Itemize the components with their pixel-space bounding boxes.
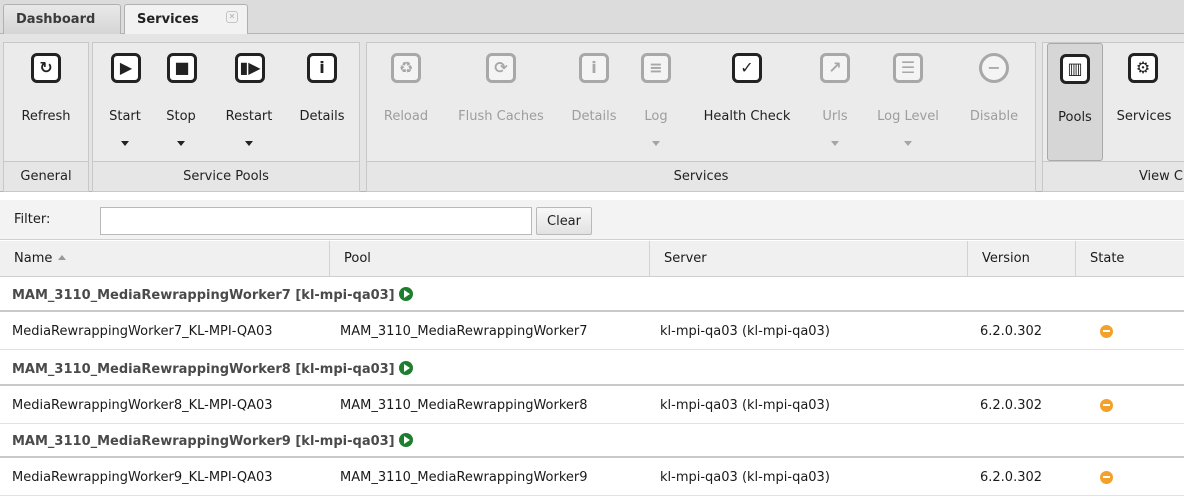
- chevron-down-icon: [177, 141, 185, 146]
- log-button[interactable]: ≡ Log: [631, 43, 681, 161]
- filter-bar: Filter: Clear: [0, 200, 1184, 240]
- cell-pool: MAM_3110_MediaRewrappingWorker9: [340, 470, 588, 485]
- pool-running-icon: [398, 433, 413, 447]
- pool-running-icon: [398, 361, 413, 375]
- tab-strip: Dashboard Services ✕: [0, 0, 1184, 35]
- clear-button[interactable]: Clear: [536, 207, 592, 235]
- chevron-down-icon: [831, 141, 839, 146]
- group-title: MAM_3110_MediaRewrappingWorker7 [kl-mpi-…: [12, 288, 395, 303]
- table-row[interactable]: MediaRewrappingWorker8_KL-MPI-QA03 MAM_3…: [0, 388, 1184, 424]
- filter-input[interactable]: [100, 207, 532, 235]
- group-header-row[interactable]: MAM_3110_MediaRewrappingWorker8 [kl-mpi-…: [0, 352, 1184, 386]
- pool-details-button[interactable]: i Details: [289, 43, 355, 161]
- filter-label: Filter:: [14, 212, 51, 227]
- cell-version: 6.2.0.302: [980, 324, 1043, 339]
- ribbon-group-view: ▥ Pools ⚙ Services View C: [1042, 42, 1184, 192]
- column-header-server[interactable]: Server: [650, 241, 968, 277]
- table-row[interactable]: MediaRewrappingWorker9_KL-MPI-QA03 MAM_3…: [0, 460, 1184, 496]
- service-details-button[interactable]: i Details: [561, 43, 627, 161]
- sort-ascending-icon: [58, 255, 67, 260]
- tab-dashboard[interactable]: Dashboard: [3, 4, 121, 35]
- disable-button[interactable]: − Disable: [957, 43, 1031, 161]
- pools-icon: ▥: [1060, 54, 1090, 84]
- chevron-down-icon: [652, 141, 660, 146]
- health-check-button[interactable]: ✓ Health Check: [687, 43, 807, 161]
- flush-caches-button[interactable]: ⟳ Flush Caches: [447, 43, 555, 161]
- play-icon: ▶: [111, 53, 141, 83]
- log-icon: ≡: [641, 53, 671, 83]
- column-header-pool[interactable]: Pool: [330, 241, 650, 277]
- cell-version: 6.2.0.302: [980, 398, 1043, 413]
- chevron-down-icon: [245, 141, 253, 146]
- flush-icon: ⟳: [486, 53, 516, 83]
- tab-services[interactable]: Services ✕: [124, 4, 248, 35]
- group-header-row[interactable]: MAM_3110_MediaRewrappingWorker7 [kl-mpi-…: [0, 278, 1184, 312]
- cell-pool: MAM_3110_MediaRewrappingWorker7: [340, 324, 588, 339]
- services-view-button[interactable]: ⚙ Services: [1107, 43, 1181, 161]
- group-header-row[interactable]: MAM_3110_MediaRewrappingWorker9 [kl-mpi-…: [0, 424, 1184, 458]
- log-level-button[interactable]: ☰ Log Level: [863, 43, 953, 161]
- column-header-name[interactable]: Name: [0, 241, 330, 277]
- start-button[interactable]: ▶ Start: [97, 43, 153, 161]
- column-header-state[interactable]: State: [1076, 241, 1184, 277]
- state-stopped-icon: [1100, 325, 1113, 338]
- column-header-version[interactable]: Version: [968, 241, 1076, 277]
- restart-icon: ▮▶: [235, 53, 265, 83]
- grid-header: Name Pool Server Version State: [0, 241, 1184, 277]
- cell-pool: MAM_3110_MediaRewrappingWorker8: [340, 398, 588, 413]
- group-title: MAM_3110_MediaRewrappingWorker9 [kl-mpi-…: [12, 434, 395, 449]
- tab-services-label: Services: [137, 12, 199, 27]
- recycle-icon: ♻: [391, 53, 421, 83]
- group-title: MAM_3110_MediaRewrappingWorker8 [kl-mpi-…: [12, 362, 395, 377]
- table-row[interactable]: MediaRewrappingWorker7_KL-MPI-QA03 MAM_3…: [0, 314, 1184, 350]
- refresh-icon: ↻: [31, 53, 61, 83]
- stop-button[interactable]: ■ Stop: [153, 43, 209, 161]
- info-icon: i: [307, 53, 337, 83]
- gears-icon: ⚙: [1128, 53, 1158, 83]
- refresh-button[interactable]: ↻ Refresh: [4, 43, 88, 161]
- ribbon-group-label: View C: [1043, 161, 1184, 191]
- chevron-down-icon: [904, 141, 912, 146]
- cell-version: 6.2.0.302: [980, 470, 1043, 485]
- state-stopped-icon: [1100, 471, 1113, 484]
- close-icon[interactable]: ✕: [226, 11, 238, 23]
- disable-icon: −: [979, 53, 1009, 83]
- cell-name: MediaRewrappingWorker8_KL-MPI-QA03: [12, 398, 273, 413]
- cell-server: kl-mpi-qa03 (kl-mpi-qa03): [660, 324, 830, 339]
- state-stopped-icon: [1100, 399, 1113, 412]
- ribbon-group-services: ♻ Reload ⟳ Flush Caches i Details ≡ Log …: [366, 42, 1036, 192]
- cell-name: MediaRewrappingWorker9_KL-MPI-QA03: [12, 470, 273, 485]
- urls-button[interactable]: ↗ Urls: [811, 43, 859, 161]
- ribbon-group-general: ↻ Refresh General: [3, 42, 89, 192]
- ribbon-group-label: General: [4, 161, 88, 191]
- pools-view-button[interactable]: ▥ Pools: [1047, 43, 1103, 161]
- cell-server: kl-mpi-qa03 (kl-mpi-qa03): [660, 470, 830, 485]
- log-level-icon: ☰: [893, 53, 923, 83]
- info-icon: i: [579, 53, 609, 83]
- ribbon-toolbar: ↻ Refresh General ▶ Start ■ Stop ▮▶ Rest…: [0, 34, 1184, 192]
- ribbon-group-label: Services: [367, 161, 1035, 191]
- chevron-down-icon: [121, 141, 129, 146]
- stop-icon: ■: [167, 53, 197, 83]
- pool-running-icon: [398, 287, 413, 301]
- cell-name: MediaRewrappingWorker7_KL-MPI-QA03: [12, 324, 273, 339]
- external-link-icon: ↗: [820, 53, 850, 83]
- ribbon-group-service-pools: ▶ Start ■ Stop ▮▶ Restart i Details Serv…: [92, 42, 360, 192]
- reload-button[interactable]: ♻ Reload: [371, 43, 441, 161]
- ribbon-group-label: Service Pools: [93, 161, 359, 191]
- health-check-icon: ✓: [732, 53, 762, 83]
- restart-button[interactable]: ▮▶ Restart: [211, 43, 287, 161]
- cell-server: kl-mpi-qa03 (kl-mpi-qa03): [660, 398, 830, 413]
